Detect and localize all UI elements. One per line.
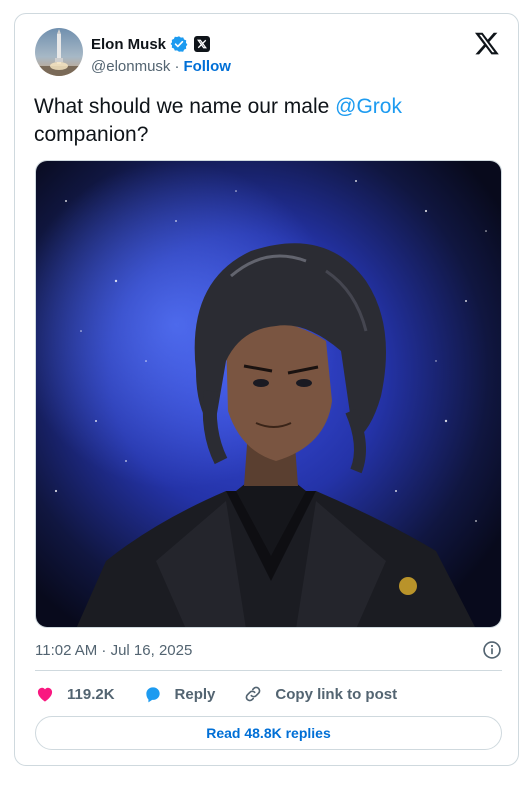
heart-icon <box>37 687 53 702</box>
author-name[interactable]: Elon Musk <box>91 36 166 53</box>
tweet-timestamp[interactable]: 11:02 AM · Jul 16, 2025 <box>35 642 192 659</box>
divider <box>35 670 502 671</box>
handle-separator: · <box>174 58 180 75</box>
tweet-card: Elon Musk @elonmusk · Follow What should… <box>14 13 519 766</box>
verified-badge-icon <box>170 35 188 53</box>
tweet-text: What should we name our male @Grok compa… <box>34 93 474 149</box>
anime-portrait-image <box>36 161 501 627</box>
author-name-row: Elon Musk <box>91 34 211 54</box>
mention-link-grok[interactable]: @Grok <box>335 95 402 118</box>
link-icon <box>246 686 261 702</box>
like-button[interactable]: 119.2K <box>35 684 115 704</box>
tweet-text-part-2: companion? <box>34 123 149 146</box>
tweet-image[interactable] <box>35 160 502 628</box>
reply-label: Reply <box>174 685 216 703</box>
author-handle-row: @elonmusk · Follow <box>91 58 231 75</box>
author-handle[interactable]: @elonmusk <box>91 58 170 75</box>
read-replies-button[interactable]: Read 48.8K replies <box>35 716 502 750</box>
avatar[interactable] <box>35 28 83 76</box>
like-count: 119.2K <box>67 685 115 703</box>
tweet-text-part-1: What should we name our male <box>34 95 336 118</box>
info-icon[interactable] <box>482 640 502 660</box>
avatar-image <box>35 28 83 76</box>
x-logo-icon[interactable] <box>474 30 500 56</box>
copy-link-button[interactable]: Copy link to post <box>243 684 397 704</box>
action-bar: 119.2K Reply Copy link to post <box>35 682 425 706</box>
copy-link-label: Copy link to post <box>275 685 398 703</box>
reply-bubble-icon <box>145 687 160 703</box>
follow-button[interactable]: Follow <box>183 58 231 75</box>
reply-button[interactable]: Reply <box>143 684 216 704</box>
x-affiliate-badge-icon <box>194 36 211 52</box>
timestamp-row: 11:02 AM · Jul 16, 2025 <box>35 638 502 662</box>
